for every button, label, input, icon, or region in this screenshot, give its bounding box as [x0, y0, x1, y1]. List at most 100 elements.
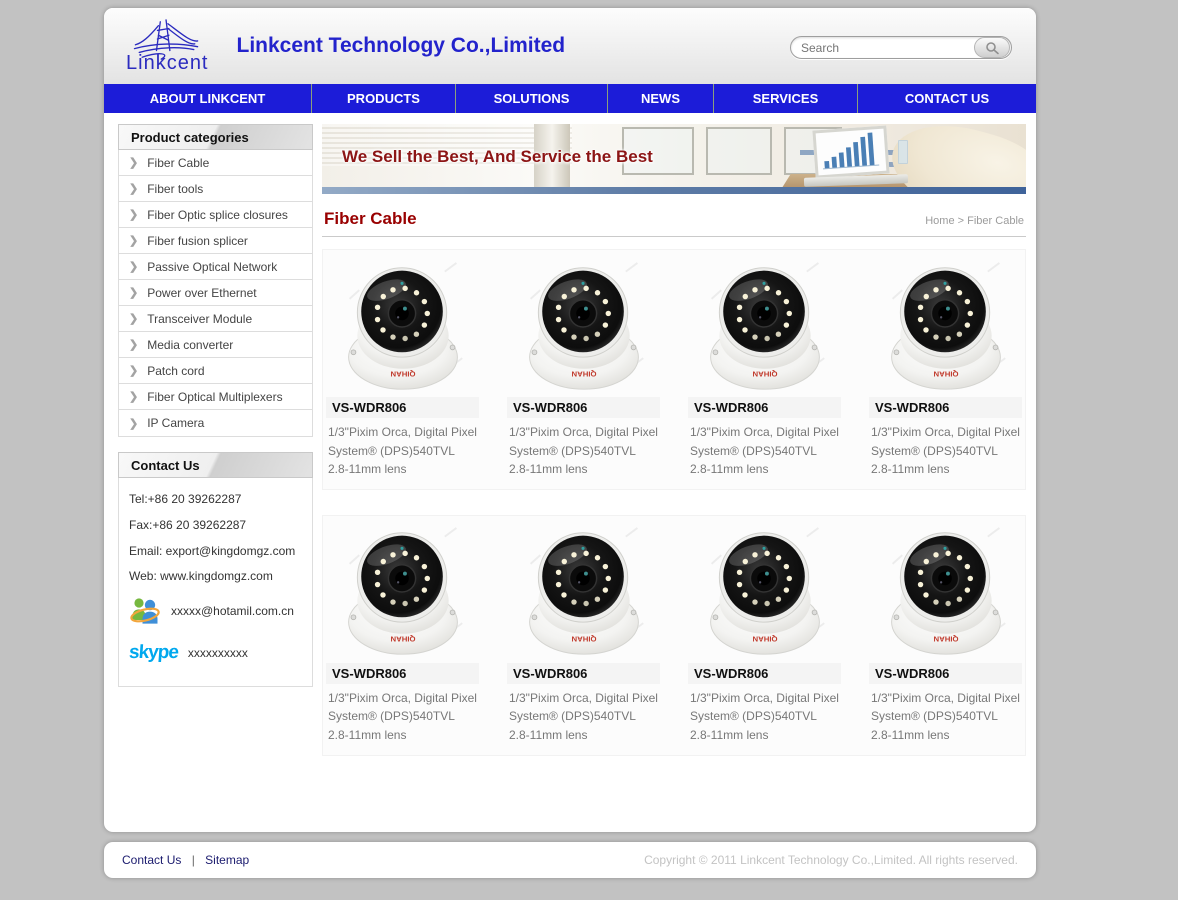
product-description: 1/3"Pixim Orca, Digital Pixel System® (D…: [507, 418, 660, 479]
nav-item-contact[interactable]: CONTACT US: [857, 84, 1036, 113]
chevron-right-icon: ❯: [129, 364, 138, 377]
product-description: 1/3"Pixim Orca, Digital Pixel System® (D…: [869, 418, 1022, 479]
product-description: 1/3"Pixim Orca, Digital Pixel System® (D…: [326, 684, 479, 745]
chevron-right-icon: ❯: [129, 312, 138, 325]
sidebar-item-media-converter[interactable]: ❯Media converter: [119, 332, 312, 358]
footer-link-separator: |: [192, 853, 195, 867]
chevron-right-icon: ❯: [129, 234, 138, 247]
dome-camera-image[interactable]: [326, 258, 479, 397]
nav-item-solutions[interactable]: SOLUTIONS: [455, 84, 607, 113]
dome-camera-image[interactable]: [688, 258, 841, 397]
product-description: 1/3"Pixim Orca, Digital Pixel System® (D…: [688, 418, 841, 479]
nav-item-services[interactable]: SERVICES: [713, 84, 857, 113]
dome-camera-image[interactable]: [688, 524, 841, 663]
site-container: Linkcent Linkcent Technology Co.,Limited…: [104, 8, 1036, 832]
product-card: VS-WDR806 1/3"Pixim Orca, Digital Pixel …: [869, 258, 1022, 479]
chevron-right-icon: ❯: [129, 208, 138, 221]
product-description: 1/3"Pixim Orca, Digital Pixel System® (D…: [688, 684, 841, 745]
page-title: Fiber Cable: [324, 209, 417, 229]
sidebar-item-fiber-cable[interactable]: ❯Fiber Cable: [119, 150, 312, 176]
chevron-right-icon: ❯: [129, 286, 138, 299]
contact-title: Contact Us: [118, 452, 313, 478]
banner-image: We Sell the Best, And Service the Best: [322, 124, 1026, 194]
sidebar-item-fiber-tools[interactable]: ❯Fiber tools: [119, 176, 312, 202]
footer-sitemap-link[interactable]: Sitemap: [205, 853, 249, 867]
magnifier-icon: [984, 41, 1000, 55]
product-card: VS-WDR806 1/3"Pixim Orca, Digital Pixel …: [688, 524, 841, 745]
product-card: VS-WDR806 1/3"Pixim Orca, Digital Pixel …: [326, 258, 479, 479]
laptop-chart-graphic: [814, 128, 888, 176]
chevron-right-icon: ❯: [129, 390, 138, 403]
chevron-right-icon: ❯: [129, 260, 138, 273]
company-logo[interactable]: Linkcent: [126, 18, 209, 75]
product-grid-row-1: VS-WDR806 1/3"Pixim Orca, Digital Pixel …: [322, 249, 1026, 490]
product-title-link[interactable]: VS-WDR806: [326, 397, 479, 418]
product-title-link[interactable]: VS-WDR806: [326, 663, 479, 684]
site-header: Linkcent Linkcent Technology Co.,Limited: [104, 8, 1036, 84]
banner-slogan: We Sell the Best, And Service the Best: [342, 147, 653, 167]
product-title-link[interactable]: VS-WDR806: [869, 663, 1022, 684]
product-card: VS-WDR806 1/3"Pixim Orca, Digital Pixel …: [688, 258, 841, 479]
contact-web: Web: www.kingdomgz.com: [129, 568, 302, 585]
sidebar-item-ip-camera[interactable]: ❯IP Camera: [119, 410, 312, 436]
breadcrumb-separator: >: [958, 215, 964, 227]
product-title-link[interactable]: VS-WDR806: [869, 397, 1022, 418]
logo-wordmark: Linkcent: [126, 52, 209, 75]
title-divider: [322, 236, 1026, 237]
sidebar-item-transceiver-module[interactable]: ❯Transceiver Module: [119, 306, 312, 332]
company-name: Linkcent Technology Co.,Limited: [237, 34, 566, 58]
msn-row: xxxxx@hotamil.com.cn: [129, 594, 302, 628]
search-button[interactable]: [974, 37, 1010, 58]
dome-camera-image[interactable]: [869, 524, 1022, 663]
sidebar-item-fiber-optical-multiplexers[interactable]: ❯Fiber Optical Multiplexers: [119, 384, 312, 410]
dome-camera-image[interactable]: [507, 524, 660, 663]
sidebar-item-splice-closures[interactable]: ❯Fiber Optic splice closures: [119, 202, 312, 228]
product-grid-row-2: VS-WDR806 1/3"Pixim Orca, Digital Pixel …: [322, 515, 1026, 756]
product-categories-title: Product categories: [118, 124, 313, 150]
skype-account: xxxxxxxxxx: [188, 646, 248, 660]
main-content: We Sell the Best, And Service the Best F…: [322, 124, 1026, 756]
nav-item-news[interactable]: NEWS: [607, 84, 713, 113]
footer-contact-link[interactable]: Contact Us: [122, 853, 181, 867]
product-title-link[interactable]: VS-WDR806: [507, 397, 660, 418]
product-card: VS-WDR806 1/3"Pixim Orca, Digital Pixel …: [507, 524, 660, 745]
product-card: VS-WDR806 1/3"Pixim Orca, Digital Pixel …: [869, 524, 1022, 745]
dome-camera-image[interactable]: [869, 258, 1022, 397]
contact-tel: Tel:+86 20 39262287: [129, 491, 302, 508]
sidebar: Product categories ❯Fiber Cable ❯Fiber t…: [118, 124, 313, 756]
breadcrumb-current: Fiber Cable: [967, 215, 1024, 227]
chevron-right-icon: ❯: [129, 417, 138, 430]
search-box: [790, 36, 1012, 59]
page-background: Linkcent Linkcent Technology Co.,Limited…: [0, 0, 1178, 900]
product-description: 1/3"Pixim Orca, Digital Pixel System® (D…: [869, 684, 1022, 745]
chevron-right-icon: ❯: [129, 156, 138, 169]
sidebar-item-power-over-ethernet[interactable]: ❯Power over Ethernet: [119, 280, 312, 306]
product-description: 1/3"Pixim Orca, Digital Pixel System® (D…: [326, 418, 479, 479]
search-input[interactable]: [791, 41, 974, 55]
chevron-right-icon: ❯: [129, 338, 138, 351]
msn-messenger-icon: [129, 595, 161, 627]
dome-camera-image[interactable]: [507, 258, 660, 397]
sidebar-item-fusion-splicer[interactable]: ❯Fiber fusion splicer: [119, 228, 312, 254]
product-card: VS-WDR806 1/3"Pixim Orca, Digital Pixel …: [326, 524, 479, 745]
product-title-link[interactable]: VS-WDR806: [688, 663, 841, 684]
nav-item-about[interactable]: ABOUT LINKCENT: [104, 84, 311, 113]
site-footer: Contact Us | Sitemap Copyright © 2011 Li…: [104, 842, 1036, 878]
main-navigation: ABOUT LINKCENT PRODUCTS SOLUTIONS NEWS S…: [104, 84, 1036, 113]
sidebar-item-passive-optical-network[interactable]: ❯Passive Optical Network: [119, 254, 312, 280]
product-title-link[interactable]: VS-WDR806: [688, 397, 841, 418]
breadcrumb-home-link[interactable]: Home: [925, 215, 954, 227]
sidebar-item-patch-cord[interactable]: ❯Patch cord: [119, 358, 312, 384]
dome-camera-image[interactable]: [326, 524, 479, 663]
contact-email: Email: export@kingdomgz.com: [129, 543, 302, 560]
chevron-right-icon: ❯: [129, 182, 138, 195]
product-title-link[interactable]: VS-WDR806: [507, 663, 660, 684]
contact-panel: Contact Us Tel:+86 20 39262287 Fax:+86 2…: [118, 452, 313, 687]
nav-item-products[interactable]: PRODUCTS: [311, 84, 455, 113]
skype-logo-icon: skype: [128, 642, 178, 664]
skype-row: skype xxxxxxxxxx: [129, 636, 302, 670]
contact-fax: Fax:+86 20 39262287: [129, 517, 302, 534]
breadcrumb: Home > Fiber Cable: [925, 215, 1024, 227]
category-list: ❯Fiber Cable ❯Fiber tools ❯Fiber Optic s…: [118, 150, 313, 437]
msn-account: xxxxx@hotamil.com.cn: [171, 604, 294, 618]
